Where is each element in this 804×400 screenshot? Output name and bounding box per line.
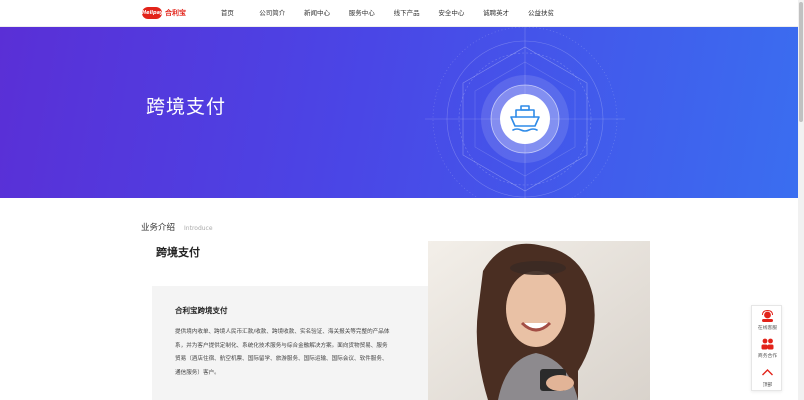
promo-photo: [428, 241, 650, 400]
nav-item-careers[interactable]: 诚聘英才: [474, 0, 519, 27]
tool-label: 在线客服: [757, 326, 778, 331]
section-title: 业务介绍: [141, 223, 176, 233]
tool-label: 商务合作: [757, 354, 778, 359]
tool-label: 顶部: [762, 383, 773, 388]
nav-item-offline-products[interactable]: 线下产品: [384, 0, 429, 27]
main-nav: 首页 公司简介 新闻中心 服务中心 线下产品 安全中心 诚聘英才 公益扶贫: [205, 0, 563, 27]
content-title: 跨境支付: [156, 246, 200, 259]
nav-item-services[interactable]: 服务中心: [339, 0, 384, 27]
nav-item-charity[interactable]: 公益扶贫: [519, 0, 564, 27]
customer-service-icon: [762, 310, 773, 322]
nav-item-home[interactable]: 首页: [205, 0, 250, 27]
scrollbar-thumb[interactable]: [799, 2, 803, 122]
card-line: 通信服务）客户。: [175, 369, 220, 376]
nav-item-security[interactable]: 安全中心: [429, 0, 474, 27]
nav-item-news[interactable]: 新闻中心: [295, 0, 340, 27]
hero-banner: 跨境支付: [0, 27, 798, 198]
logo-name: 合利宝: [165, 9, 186, 17]
intro-card: 合利宝跨境支付 提供境内收单、跨境人民币汇款/收款、跨境收款、实名验证、海关报关…: [152, 286, 428, 400]
card-line: 提供境内收单、跨境人民币汇款/收款、跨境收款、实名验证、海关报关等完整的产品体: [175, 329, 390, 335]
section-header: 业务介绍 Introduce: [141, 221, 213, 233]
banner-title: 跨境支付: [146, 96, 227, 118]
card-title: 合利宝跨境支付: [175, 306, 228, 315]
logo-badge: Helipay: [142, 7, 163, 19]
back-to-top-button[interactable]: 顶部: [752, 363, 783, 391]
business-cooperation-button[interactable]: 商务合作: [752, 334, 783, 362]
online-service-button[interactable]: 在线客服: [752, 306, 783, 334]
card-line: 贸易（酒店住宿、航空机票、国际留学、旅游服务、国际运输、国际会议、软件服务、: [175, 356, 388, 362]
card-line: 系，并为客户提供定制化、系统化技术服务与综合金融解决方案。面向货物贸易、服务: [175, 342, 388, 349]
banner-emblem: [425, 27, 625, 198]
logo[interactable]: Helipay 合利宝: [142, 7, 186, 19]
section-subtitle: Introduce: [184, 225, 213, 232]
nav-item-about[interactable]: 公司简介: [250, 0, 295, 27]
top-header: Helipay 合利宝 首页 公司简介 新闻中心 服务中心 线下产品 安全中心 …: [0, 0, 798, 27]
page-scrollbar[interactable]: [798, 0, 804, 400]
back-to-top-icon: [762, 369, 773, 376]
business-cooperation-icon: [761, 338, 774, 350]
page: Helipay 合利宝 首页 公司简介 新闻中心 服务中心 线下产品 安全中心 …: [0, 0, 804, 400]
card-body: 提供境内收单、跨境人民币汇款/收款、跨境收款、实名验证、海关报关等完整的产品体 …: [175, 326, 413, 380]
floating-toolbar: 在线客服 商务合作 顶部: [751, 305, 782, 391]
